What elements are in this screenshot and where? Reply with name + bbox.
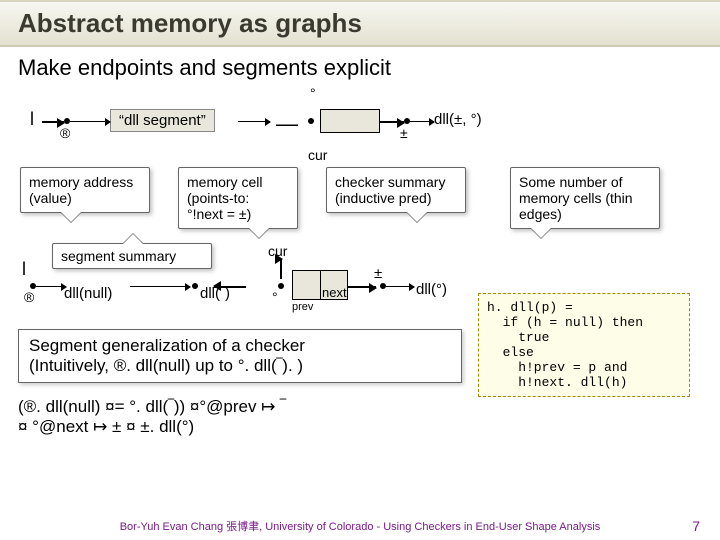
sym-bar: — — [276, 111, 298, 137]
arrow-l-to-node — [42, 121, 64, 123]
formula-text: (®. dll(null) ¤= °. dll(‾)) ¤°@prev ↦ ‾ … — [18, 397, 488, 437]
edge-to-dll — [410, 121, 434, 122]
callout-checker-summary-text: checker summary (inductive pred) — [335, 174, 445, 206]
edge-l2-out — [36, 286, 66, 287]
arrow-cell-out — [380, 121, 404, 123]
callout-some-cells-text: Some number of memory cells (thin edges) — [519, 174, 633, 222]
double-cell-divider — [320, 270, 321, 300]
gen-line1: Segment generalization of a checker — [29, 336, 451, 356]
callout-segment-summary-text: segment summary — [61, 248, 176, 264]
prev-label: prev — [292, 301, 313, 313]
edge-to-seg — [70, 121, 110, 122]
var-l: l — [30, 109, 34, 130]
memory-cell-rect — [320, 109, 380, 133]
dll-deg-label: dll(°) — [416, 281, 447, 298]
dll-segment-box: “dll segment” — [110, 109, 215, 132]
dll-pred-label: dll(±, °) — [434, 111, 482, 128]
sym-reg: ® — [60, 125, 70, 141]
footer-text: Bor-Yuh Evan Chang 張博聿, University of Co… — [0, 518, 720, 534]
callout-checker-summary: checker summary (inductive pred) — [326, 167, 466, 213]
def-line4: else — [487, 345, 681, 360]
node-mid — [308, 118, 314, 124]
node-row2-b — [192, 283, 198, 289]
arrow-prev — [214, 286, 246, 288]
var-l-2: l — [22, 259, 26, 280]
node-row2-deg — [278, 283, 284, 289]
callout-segment-summary: segment summary — [52, 243, 212, 269]
checker-definition-box: h. dll(p) = if (h = null) then true else… — [478, 293, 690, 397]
def-line2: if (h = null) then — [487, 315, 681, 330]
gen-line2: (Intuitively, ®. dll(null) up to °. dll(… — [29, 356, 451, 376]
sym-deg-2: ° — [272, 289, 278, 305]
callout-memory-address: memory address (value) — [20, 167, 150, 213]
diagram-stage: ° l ® “dll segment” — ± dll(±, °) cur me… — [0, 83, 720, 513]
def-line3: true — [487, 330, 681, 345]
slide-title: Abstract memory as graphs — [0, 0, 720, 47]
cur-label-top: cur — [308, 147, 327, 163]
arrow-next — [348, 286, 376, 288]
page-number: 7 — [692, 518, 700, 534]
def-line5: h!prev = p and — [487, 360, 681, 375]
edge-row2-a — [130, 286, 190, 287]
callout-memory-cell-text: memory cell (points-to: °!next = ±) — [187, 174, 262, 222]
edge-row2-c — [386, 286, 414, 287]
def-line1: h. dll(p) = — [487, 300, 681, 315]
callout-memory-address-text: memory address (value) — [29, 174, 133, 206]
sym-pm: ± — [400, 125, 408, 141]
callout-memory-cell: memory cell (points-to: °!next = ±) — [178, 167, 298, 229]
sym-reg-2: ® — [24, 289, 34, 305]
edge-seg-to-mid — [238, 121, 270, 122]
next-label: next — [322, 285, 347, 300]
dll-null-label: dll(null) — [64, 285, 112, 302]
def-line6: h!next. dll(h) — [487, 375, 681, 390]
degree-marker: ° — [310, 85, 316, 101]
slide-subheading: Make endpoints and segments explicit — [0, 47, 720, 83]
generalization-box: Segment generalization of a checker (Int… — [18, 329, 462, 383]
callout-some-cells: Some number of memory cells (thin edges) — [510, 167, 660, 229]
sym-pm-2: ± — [374, 265, 382, 282]
arrow-cur-down — [280, 259, 282, 279]
